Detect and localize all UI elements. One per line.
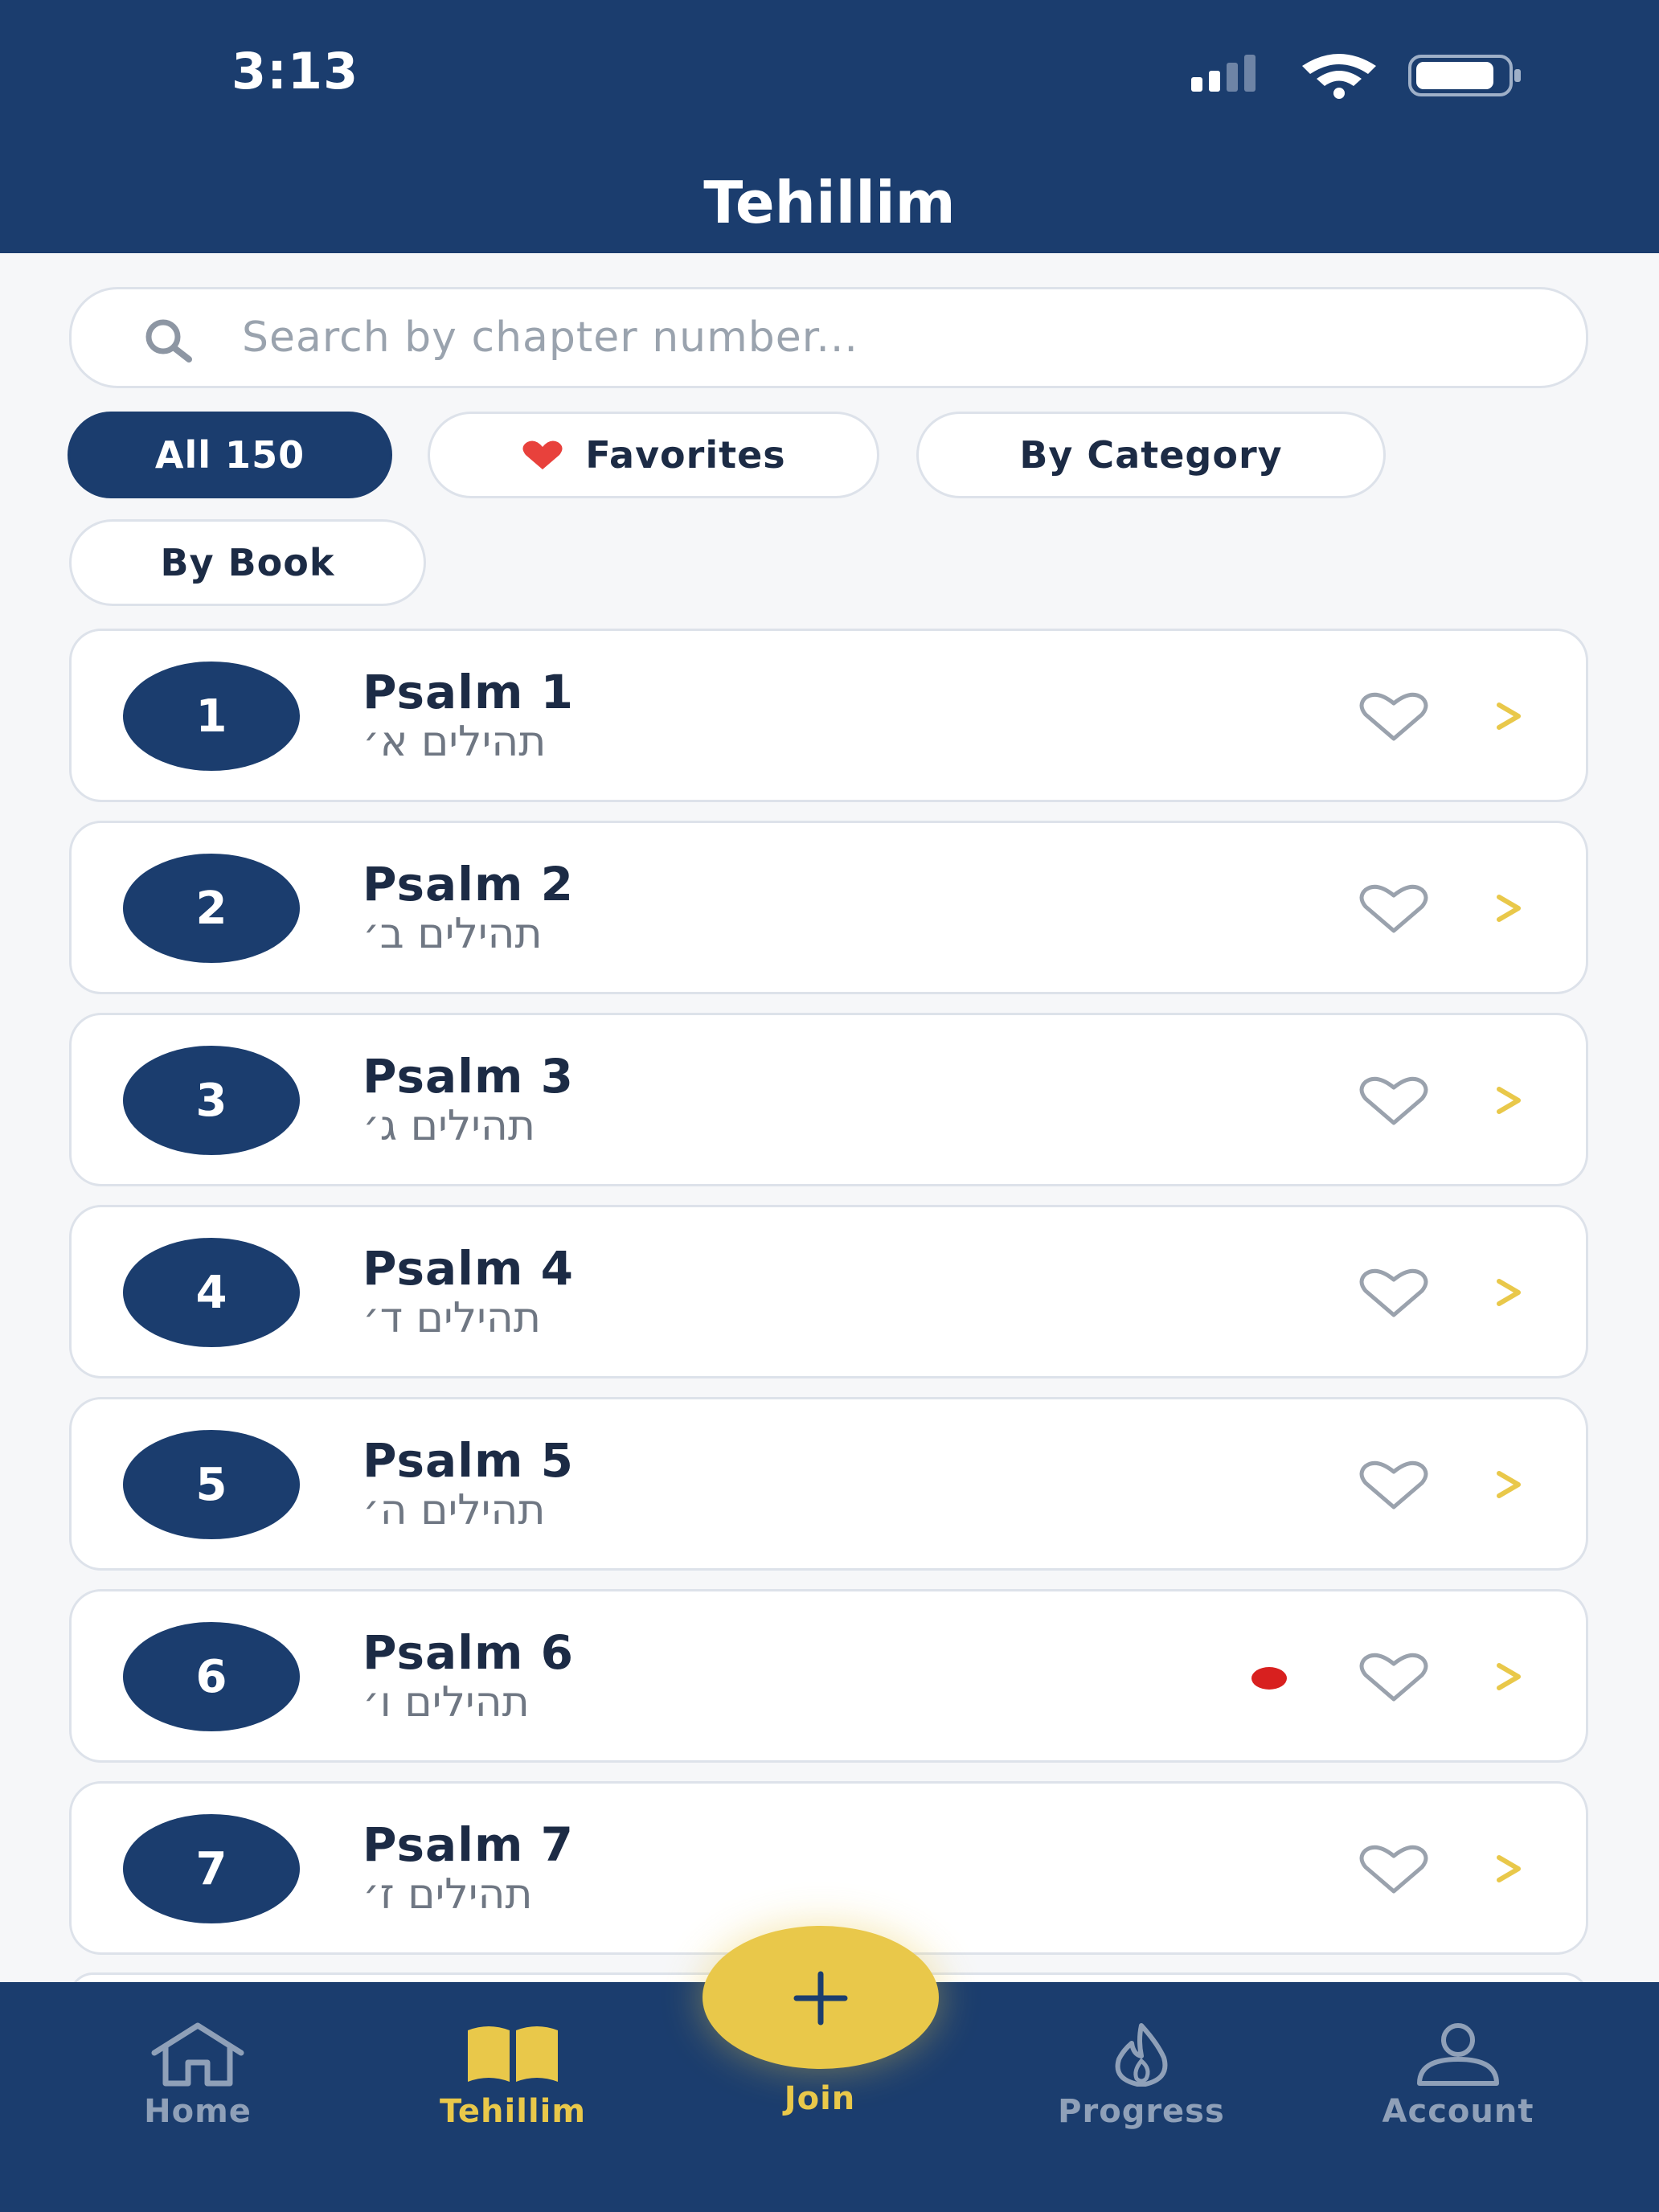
psalm-number-badge: 6 — [123, 1622, 300, 1731]
status-time: 3:13 — [231, 42, 359, 100]
psalm-hebrew-title: תהילים ב׳ — [363, 910, 543, 958]
battery-icon — [1408, 55, 1521, 96]
nav-account[interactable]: Account — [1337, 1982, 1579, 2143]
psalm-row[interactable]: 5 Psalm 5 תהילים ה׳ — [69, 1397, 1588, 1571]
heart-filled-icon — [521, 440, 564, 469]
wifi-icon — [1302, 54, 1376, 99]
favorite-heart-icon[interactable] — [1358, 1268, 1430, 1318]
book-icon — [468, 2026, 558, 2082]
filter-by-category-chip[interactable]: By Category — [916, 412, 1386, 498]
psalm-hebrew-title: תהילים ג׳ — [363, 1102, 536, 1150]
psalm-title: Psalm 1 — [363, 665, 575, 719]
psalm-number-badge: 7 — [123, 1814, 300, 1923]
filter-by-book-chip[interactable]: By Book — [69, 519, 426, 606]
nav-progress[interactable]: Progress — [1021, 1982, 1262, 2143]
home-icon — [151, 2022, 244, 2087]
flame-icon — [1115, 2023, 1168, 2087]
psalm-row[interactable]: 2 Psalm 2 תהילים ב׳ — [69, 821, 1588, 994]
psalm-title: Psalm 2 — [363, 857, 575, 911]
psalm-title: Psalm 5 — [363, 1433, 575, 1488]
page-title: Tehillim — [703, 169, 956, 236]
chevron-right-icon — [1497, 1279, 1521, 1306]
filter-all-chip[interactable]: All 150 — [68, 412, 392, 498]
join-button[interactable] — [703, 1926, 939, 2069]
psalm-number-badge: 4 — [123, 1238, 300, 1347]
nav-tehillim[interactable]: Tehillim — [392, 1982, 633, 2143]
filter-by-category-label: By Category — [1019, 433, 1283, 477]
nav-tehillim-label: Tehillim — [439, 2093, 587, 2130]
psalm-title: Psalm 6 — [363, 1625, 575, 1680]
nav-account-label: Account — [1382, 2093, 1534, 2130]
filter-favorites-label: Favorites — [585, 433, 786, 477]
favorite-heart-icon[interactable] — [1358, 1460, 1430, 1510]
favorite-heart-icon[interactable] — [1358, 1076, 1430, 1126]
psalm-number-badge: 1 — [123, 662, 300, 771]
favorite-heart-icon[interactable] — [1358, 1845, 1430, 1895]
nav-join-label: Join — [784, 2080, 856, 2117]
filter-all-label: All 150 — [154, 433, 305, 477]
favorite-heart-icon[interactable] — [1358, 884, 1430, 934]
psalm-number-badge: 2 — [123, 854, 300, 963]
psalm-number-badge: 5 — [123, 1430, 300, 1539]
psalm-title: Psalm 3 — [363, 1049, 575, 1104]
unread-dot — [1251, 1667, 1287, 1690]
status-icons — [1191, 54, 1521, 99]
favorite-heart-icon[interactable] — [1358, 692, 1430, 742]
chevron-right-icon — [1497, 1471, 1521, 1498]
plus-icon — [793, 1971, 848, 2026]
psalm-number-badge: 3 — [123, 1046, 300, 1155]
search-icon — [145, 319, 192, 363]
psalm-title: Psalm 7 — [363, 1817, 575, 1872]
chevron-right-icon — [1497, 895, 1521, 922]
nav-home-label: Home — [144, 2093, 252, 2130]
chevron-right-icon — [1497, 1663, 1521, 1690]
psalm-row[interactable]: 3 Psalm 3 תהילים ג׳ — [69, 1013, 1588, 1186]
user-icon — [1417, 2023, 1499, 2086]
chevron-right-icon — [1497, 703, 1521, 730]
psalm-row[interactable]: 6 Psalm 6 תהילים ו׳ — [69, 1589, 1588, 1763]
chevron-right-icon — [1497, 1855, 1521, 1882]
psalm-row[interactable]: 1 Psalm 1 תהילים א׳ — [69, 629, 1588, 802]
nav-home[interactable]: Home — [77, 1982, 318, 2143]
psalm-hebrew-title: תהילים ז׳ — [363, 1870, 533, 1919]
app-header: 3:13 Tehillim — [0, 0, 1659, 253]
psalm-hebrew-title: תהילים א׳ — [363, 718, 547, 766]
psalm-hebrew-title: תהילים ה׳ — [363, 1486, 546, 1534]
favorite-heart-icon[interactable] — [1358, 1653, 1430, 1702]
psalm-row[interactable]: 4 Psalm 4 תהילים ד׳ — [69, 1205, 1588, 1378]
search-bar[interactable] — [69, 287, 1588, 388]
psalm-hebrew-title: תהילים ד׳ — [363, 1294, 541, 1342]
search-input[interactable] — [242, 305, 1528, 370]
chevron-right-icon — [1497, 1087, 1521, 1114]
filter-by-book-label: By Book — [160, 541, 335, 584]
psalm-hebrew-title: תהילים ו׳ — [363, 1678, 530, 1727]
filter-favorites-chip[interactable]: Favorites — [428, 412, 879, 498]
psalm-title: Psalm 4 — [363, 1241, 575, 1296]
cellular-signal-icon — [1191, 55, 1256, 92]
nav-progress-label: Progress — [1058, 2093, 1225, 2130]
